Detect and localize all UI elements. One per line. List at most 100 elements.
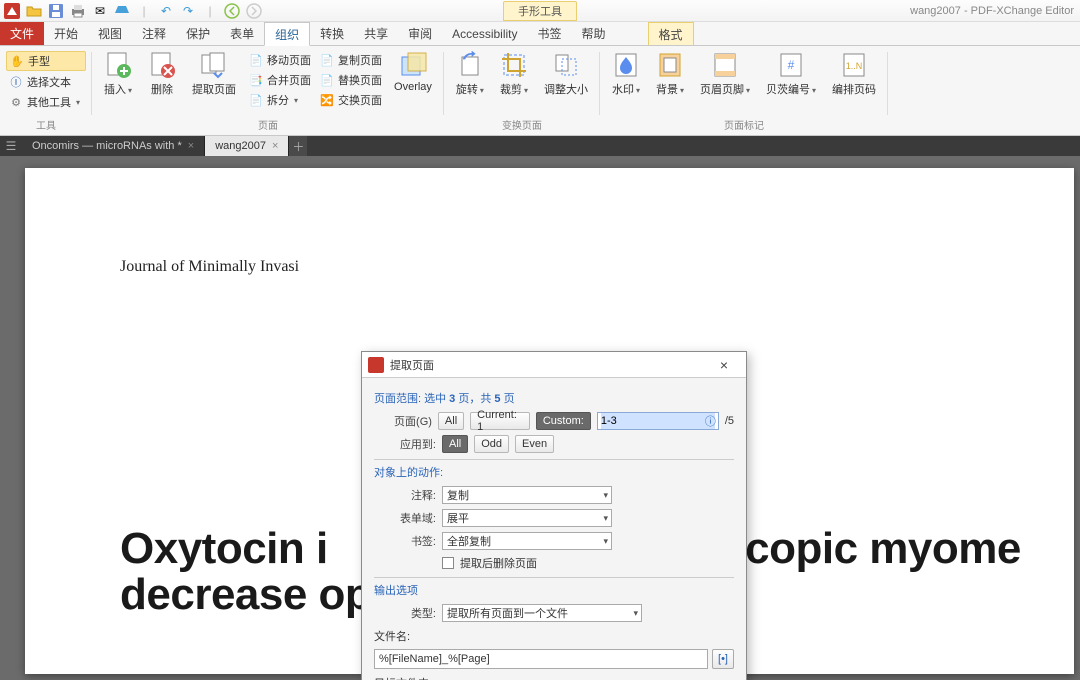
menu-bookmarks[interactable]: 书签	[528, 22, 572, 45]
pages-current-button[interactable]: Current: 1	[470, 412, 530, 430]
journal-header: Journal of Minimally Invasi	[120, 258, 1074, 276]
btn-bates[interactable]: #贝茨编号	[760, 49, 822, 99]
menu-form[interactable]: 表单	[220, 22, 264, 45]
save-icon[interactable]	[48, 3, 64, 19]
btn-replace-pages[interactable]: 📄替换页面	[317, 71, 384, 89]
btn-rotate[interactable]: 旋转	[450, 49, 490, 99]
info-icon[interactable]: ⓘ	[705, 413, 716, 429]
btn-swap-pages[interactable]: 🔀交换页面	[317, 91, 384, 109]
group-label-transform: 变换页面	[450, 119, 594, 135]
btn-resize[interactable]: 调整大小	[538, 49, 594, 99]
split-icon: 📄	[248, 92, 264, 108]
app-icon	[4, 3, 20, 19]
nav-fwd-icon[interactable]	[246, 3, 262, 19]
group-label-marks: 页面标记	[606, 119, 882, 135]
undo-icon[interactable]: ↶	[158, 3, 174, 19]
dialog-close-button[interactable]: ×	[708, 357, 740, 373]
title-bar: ✉ | ↶ ↷ | 手形工具 wang2007 - PDF-XChange Ed…	[0, 0, 1080, 22]
menu-file[interactable]: 文件	[0, 22, 44, 45]
btn-pagenumbers[interactable]: 1..N编排页码	[826, 49, 882, 99]
filename-input[interactable]: %[FileName]_%[Page]	[374, 649, 708, 669]
group-label-pages: 页面	[98, 119, 438, 135]
applyto-even[interactable]: Even	[515, 435, 554, 453]
menu-accessibility[interactable]: Accessibility	[442, 22, 527, 45]
menu-convert[interactable]: 转换	[310, 22, 354, 45]
pages-custom-button[interactable]: Custom:	[536, 412, 591, 430]
move-icon: 📄	[248, 52, 264, 68]
scan-icon[interactable]	[114, 3, 130, 19]
tool-select-text[interactable]: Ⓘ选择文本	[6, 73, 86, 91]
btn-move-pages[interactable]: 📄移动页面	[246, 51, 313, 69]
forms-select[interactable]: 展平	[442, 509, 612, 527]
filename-macro-button[interactable]: [•]	[712, 649, 734, 669]
btn-delete[interactable]: 删除	[142, 49, 182, 99]
bookmarks-select[interactable]: 全部复制	[442, 532, 612, 550]
tab-list-icon[interactable]: ☰	[0, 136, 22, 156]
btn-split[interactable]: 📄拆分▾	[246, 91, 313, 109]
overlay-icon	[399, 51, 427, 79]
open-icon[interactable]	[26, 3, 42, 19]
menu-share[interactable]: 共享	[354, 22, 398, 45]
crop-icon	[500, 51, 528, 79]
applyto-label: 应用到:	[374, 436, 436, 452]
btn-duplicate-pages[interactable]: 📄复制页面	[317, 51, 384, 69]
doc-tab-1[interactable]: wang2007×	[205, 136, 289, 156]
bates-icon: #	[777, 51, 805, 79]
btn-overlay[interactable]: Overlay	[388, 49, 438, 95]
rotate-icon	[456, 51, 484, 79]
tool-hand[interactable]: ✋手型	[6, 51, 86, 71]
new-tab-button[interactable]: ＋	[289, 136, 307, 156]
replace-icon: 📄	[319, 72, 335, 88]
page-range-summary: 页面范围: 选中 3 页，共 5 页	[374, 390, 734, 406]
dialog-titlebar[interactable]: 提取页面 ×	[362, 352, 746, 378]
watermark-icon	[612, 51, 640, 79]
delete-page-icon	[148, 51, 176, 79]
close-icon[interactable]: ×	[272, 140, 278, 152]
btn-background[interactable]: 背景	[650, 49, 690, 99]
extract-page-icon	[200, 51, 228, 79]
close-icon[interactable]: ×	[188, 140, 194, 152]
output-title: 输出选项	[374, 582, 734, 598]
filename-label: 文件名:	[374, 628, 734, 644]
doc-tab-0[interactable]: Oncomirs — microRNAs with *×	[22, 136, 205, 156]
btn-headerfooter[interactable]: 页眉页脚	[694, 49, 756, 99]
target-label: 目标文件夹:	[374, 675, 734, 680]
tool-other[interactable]: ⚙其他工具▾	[6, 93, 86, 111]
pages-all-button[interactable]: All	[438, 412, 464, 430]
btn-extract[interactable]: 提取页面	[186, 49, 242, 99]
ribbon: ✋手型 Ⓘ选择文本 ⚙其他工具▾ 工具 插入 删除 提取页面 📄移动页面 📑合并…	[0, 46, 1080, 136]
btn-crop[interactable]: 裁剪	[494, 49, 534, 99]
group-label-tools: 工具	[6, 119, 86, 135]
pages-total: /5	[725, 415, 734, 427]
menu-home[interactable]: 开始	[44, 22, 88, 45]
pages-custom-input[interactable]: ⓘ	[597, 412, 719, 430]
hand-icon: ✋	[9, 53, 25, 69]
annotations-select[interactable]: 复制	[442, 486, 612, 504]
menu-view[interactable]: 视图	[88, 22, 132, 45]
window-title: wang2007 - PDF-XChange Editor	[910, 5, 1074, 17]
menu-comment[interactable]: 注释	[132, 22, 176, 45]
applyto-all[interactable]: All	[442, 435, 468, 453]
gear-icon: ⚙	[8, 94, 24, 110]
btn-watermark[interactable]: 水印	[606, 49, 646, 99]
menu-organize[interactable]: 组织	[264, 22, 310, 46]
menu-format-context[interactable]: 格式	[648, 22, 694, 45]
menu-review[interactable]: 审阅	[398, 22, 442, 45]
svg-text:1..N: 1..N	[846, 61, 863, 71]
btn-merge-pages[interactable]: 📑合并页面	[246, 71, 313, 89]
merge-icon: 📑	[248, 72, 264, 88]
headerfooter-icon	[711, 51, 739, 79]
menu-protect[interactable]: 保护	[176, 22, 220, 45]
email-icon[interactable]: ✉	[92, 3, 108, 19]
nav-back-icon[interactable]	[224, 3, 240, 19]
text-select-icon: Ⓘ	[8, 74, 24, 90]
quick-access-toolbar: ✉ | ↶ ↷ |	[0, 3, 266, 19]
delete-after-checkbox[interactable]	[442, 557, 454, 569]
btn-insert[interactable]: 插入	[98, 49, 138, 99]
print-icon[interactable]	[70, 3, 86, 19]
redo-icon[interactable]: ↷	[180, 3, 196, 19]
extract-pages-dialog: 提取页面 × 页面范围: 选中 3 页，共 5 页 页面(G) All Curr…	[361, 351, 747, 680]
menu-help[interactable]: 帮助	[572, 22, 616, 45]
applyto-odd[interactable]: Odd	[474, 435, 509, 453]
output-type-select[interactable]: 提取所有页面到一个文件	[442, 604, 642, 622]
